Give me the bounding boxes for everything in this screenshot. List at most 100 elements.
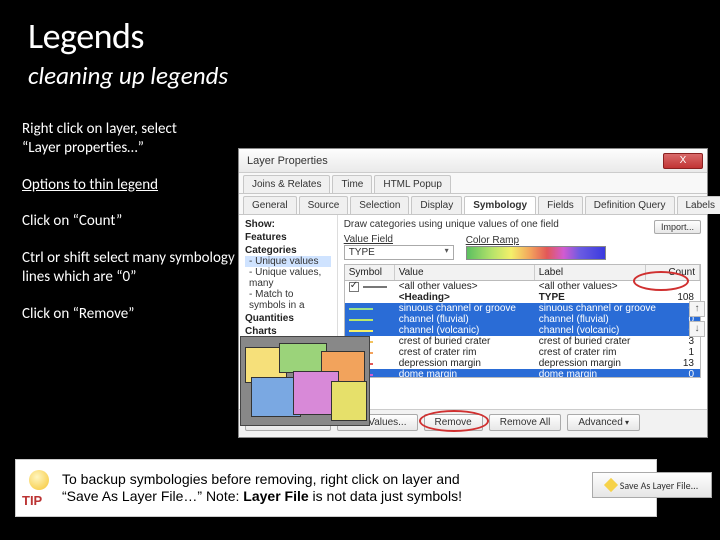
count-cell: 1 — [660, 347, 700, 358]
tab-general[interactable]: General — [243, 196, 297, 214]
show-group-quantities[interactable]: Quantities — [245, 313, 331, 324]
move-up-button[interactable]: ↑ — [689, 301, 705, 317]
tab-row-upper: Joins & Relates Time HTML Popup — [239, 173, 707, 194]
slide: Legends cleaning up legends Right click … — [0, 0, 720, 540]
slide-title: Legends — [0, 0, 720, 58]
label-cell: TYPE — [535, 292, 660, 303]
tab-labels[interactable]: Labels — [677, 196, 720, 214]
value-cell: <all other values> — [395, 281, 535, 292]
instruction-line: Click on “Count” — [22, 212, 242, 231]
table-row[interactable]: depression margindepression margin13 — [345, 358, 700, 369]
reorder-arrows: ↑ ↓ — [689, 301, 705, 337]
table-row[interactable]: <Heading>TYPE108 — [345, 292, 700, 303]
show-group-categories[interactable]: Categories — [245, 245, 331, 256]
tip-text: To backup symbologies before removing, r… — [62, 471, 462, 506]
value-cell: depression margin — [395, 358, 535, 369]
label-cell: depression margin — [535, 358, 660, 369]
count-cell: 0 — [660, 369, 700, 378]
text: “Save As Layer File…” Note: — [62, 488, 243, 504]
tab-fields[interactable]: Fields — [538, 196, 583, 214]
value-cell: channel (fluvial) — [395, 314, 535, 325]
tab-selection[interactable]: Selection — [350, 196, 409, 214]
dialog-title: Layer Properties — [243, 155, 663, 167]
value-cell: channel (volcanic) — [395, 325, 535, 336]
label-cell: crest of buried crater — [535, 336, 660, 347]
checkbox-icon[interactable] — [349, 282, 359, 292]
col-label[interactable]: Label — [535, 265, 646, 280]
tip-icon: TIP — [22, 468, 56, 508]
symbol-cell — [345, 319, 395, 321]
line-symbol-icon — [349, 330, 373, 332]
tab-html-popup[interactable]: HTML Popup — [374, 175, 451, 193]
table-row[interactable]: channel (fluvial)channel (fluvial)0 — [345, 314, 700, 325]
label-cell: dome margin — [535, 369, 660, 378]
label-cell: channel (volcanic) — [535, 325, 660, 336]
advanced-label: Advanced — [578, 417, 629, 428]
slide-subtitle: cleaning up legends — [0, 58, 720, 91]
import-button[interactable]: Import... — [654, 220, 701, 234]
value-cell: crest of buried crater — [395, 336, 535, 347]
panel-description: Draw categories using unique values of o… — [344, 219, 559, 230]
line-symbol-icon — [349, 319, 373, 321]
table-row[interactable]: dome margindome margin0 — [345, 369, 700, 378]
color-ramp-label: Color Ramp — [466, 235, 606, 246]
tab-display[interactable]: Display — [411, 196, 462, 214]
instruction-heading: Options to thin legend — [22, 176, 242, 195]
tab-joins-relates[interactable]: Joins & Relates — [243, 175, 330, 193]
label-cell: channel (fluvial) — [535, 314, 660, 325]
value-cell: crest of crater rim — [395, 347, 535, 358]
line-symbol-icon — [363, 286, 387, 288]
label-cell: sinuous channel or groove — [535, 303, 660, 314]
show-header: Show: — [245, 219, 331, 230]
close-button[interactable]: X — [663, 153, 703, 169]
symbology-panel: Draw categories using unique values of o… — [338, 215, 707, 409]
instruction-line: Click on “Remove” — [22, 305, 242, 324]
table-row[interactable]: crest of buried cratercrest of buried cr… — [345, 336, 700, 347]
map-preview-thumbnail — [240, 336, 370, 426]
move-down-button[interactable]: ↓ — [689, 321, 705, 337]
dialog-titlebar[interactable]: Layer Properties X — [239, 149, 707, 173]
symbol-cell — [345, 330, 395, 332]
label-cell: crest of crater rim — [535, 347, 660, 358]
tab-symbology[interactable]: Symbology — [464, 196, 536, 214]
text: “Layer properties…” — [22, 139, 144, 157]
text-bold: Layer File — [243, 488, 308, 504]
instruction-line: Ctrl or shift select many symbology line… — [22, 249, 242, 287]
show-group-features[interactable]: Features — [245, 232, 331, 243]
instruction-column: Right click on layer, select “Layer prop… — [22, 120, 242, 341]
value-cell: <Heading> — [395, 292, 535, 303]
tab-row-lower: General Source Selection Display Symbolo… — [239, 194, 707, 215]
value-cell: sinuous channel or groove — [395, 303, 535, 314]
symbol-cell — [345, 308, 395, 310]
color-ramp-dropdown[interactable] — [466, 246, 606, 260]
advanced-button[interactable]: Advanced — [567, 414, 640, 431]
save-as-layer-file-button[interactable]: Save As Layer File... — [592, 472, 712, 498]
count-cell: 3 — [660, 336, 700, 347]
instruction-line: Right click on layer, select “Layer prop… — [22, 120, 242, 158]
remove-button[interactable]: Remove — [424, 414, 483, 431]
table-row[interactable]: crest of crater rimcrest of crater rim1 — [345, 347, 700, 358]
show-option-unique-values[interactable]: - Unique values — [245, 256, 331, 267]
tip-label: TIP — [22, 493, 42, 508]
remove-highlight-circle — [419, 410, 489, 432]
value-cell: dome margin — [395, 369, 535, 378]
save-button-label: Save As Layer File... — [620, 479, 699, 492]
count-highlight-circle — [633, 271, 689, 291]
tab-source[interactable]: Source — [299, 196, 349, 214]
text: is not data just symbols! — [309, 488, 462, 504]
symbol-cell — [345, 282, 395, 292]
remove-all-button[interactable]: Remove All — [489, 414, 562, 431]
tab-time[interactable]: Time — [332, 175, 372, 193]
table-row[interactable]: channel (volcanic)channel (volcanic)0 — [345, 325, 700, 336]
col-value[interactable]: Value — [395, 265, 535, 280]
value-field-dropdown[interactable]: TYPE — [344, 245, 454, 260]
tab-definition-query[interactable]: Definition Query — [585, 196, 675, 214]
table-row[interactable]: sinuous channel or groovesinuous channel… — [345, 303, 700, 314]
show-option-unique-values-many[interactable]: - Unique values, many — [245, 267, 331, 289]
value-field-row: Value Field TYPE Color Ramp — [344, 234, 701, 260]
grid-body[interactable]: <all other values><all other values><Hea… — [344, 280, 701, 378]
layer-file-icon — [604, 478, 618, 492]
col-symbol[interactable]: Symbol — [345, 265, 395, 280]
line-symbol-icon — [349, 308, 373, 310]
show-option-match-symbols[interactable]: - Match to symbols in a — [245, 289, 331, 311]
